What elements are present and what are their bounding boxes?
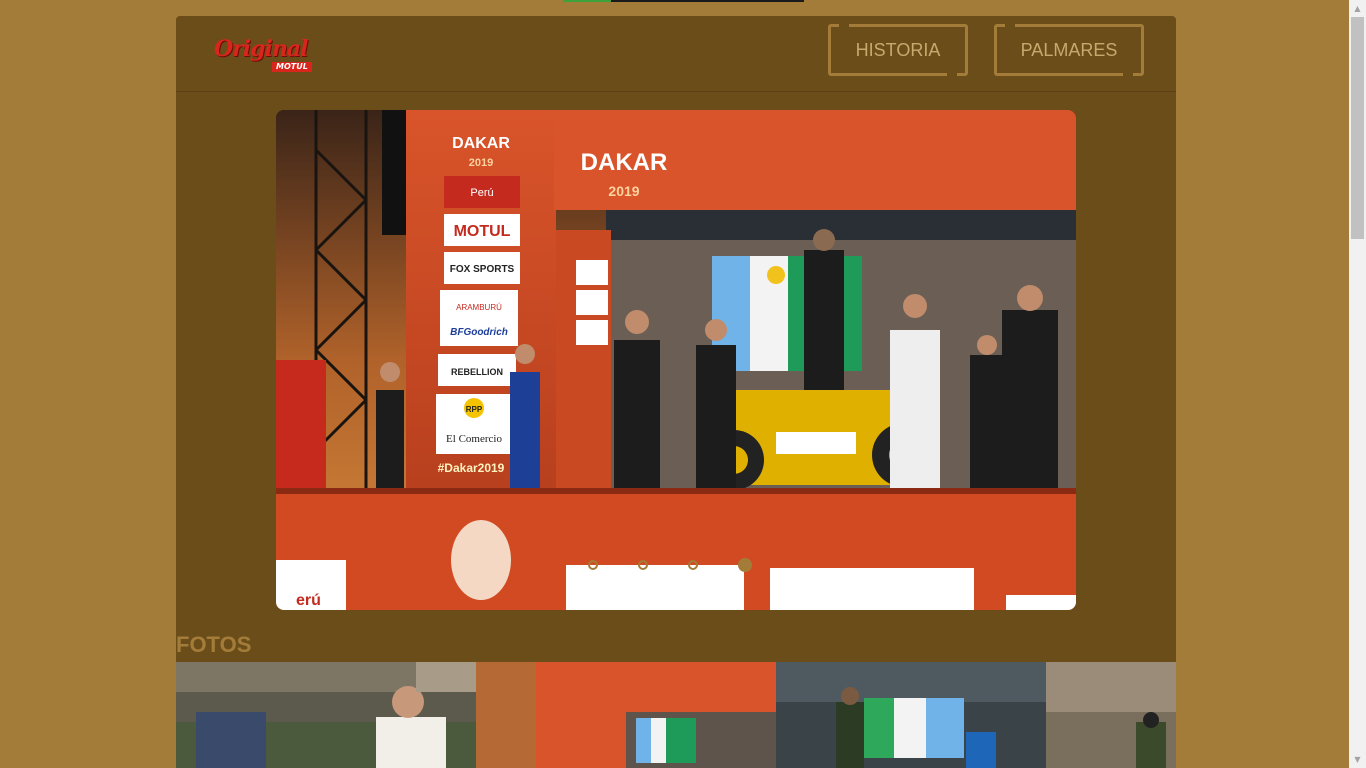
logo-text-bottom: MOTUL [272,62,312,72]
site-header: Original MOTUL HISTORIA PALMARES [176,16,1176,92]
carousel-dot-2[interactable] [638,560,648,570]
svg-text:#Dakar2019: #Dakar2019 [438,461,505,475]
gallery-photo-3[interactable] [776,662,1046,768]
carousel-dot-3[interactable] [688,560,698,570]
svg-text:FOX SPORTS: FOX SPORTS [450,264,515,275]
carousel-dot-4[interactable] [738,558,752,572]
palmares-button[interactable]: PALMARES [994,24,1144,76]
carousel-dot-1[interactable] [588,560,598,570]
svg-text:El Comercio: El Comercio [446,433,502,445]
scroll-down-arrow-icon[interactable]: ▼ [1349,751,1366,768]
vertical-scrollbar[interactable]: ▲ ▼ [1349,0,1366,768]
historia-button[interactable]: HISTORIA [828,24,968,76]
palmares-button-label: PALMARES [1020,39,1118,60]
logo-text-top: Original [214,36,308,62]
svg-text:BFGoodrich: BFGoodrich [450,327,508,338]
carousel-indicators [588,558,752,572]
svg-text:Perú: Perú [470,187,493,199]
historia-button-label: HISTORIA [855,39,941,60]
carousel-slide-image: DAKAR 2019 Perú MOTUL FOX SPORTS ARAMBUR… [276,110,1076,610]
gallery-photo-1[interactable] [176,662,476,768]
fotos-section-title: FOTOS [176,632,252,657]
svg-text:REBELLION: REBELLION [451,367,503,377]
svg-text:2019: 2019 [608,183,639,199]
svg-text:erú: erú [296,592,321,609]
svg-text:2019: 2019 [469,157,493,169]
svg-text:ARAMBURÚ: ARAMBURÚ [456,303,502,312]
image-carousel[interactable]: DAKAR 2019 Perú MOTUL FOX SPORTS ARAMBUR… [276,110,1076,610]
main-container: Original MOTUL HISTORIA PALMARES DAKAR 2… [176,16,1176,768]
gallery-photo-2[interactable] [476,662,776,768]
svg-text:MOTUL: MOTUL [454,223,511,240]
page-progress-bar [563,0,804,2]
scroll-up-arrow-icon[interactable]: ▲ [1349,0,1366,17]
gallery-photo-4[interactable] [1046,662,1176,768]
photo-gallery [176,662,1176,768]
svg-text:DAKAR: DAKAR [581,149,668,176]
svg-text:DAKAR: DAKAR [452,135,510,152]
scrollbar-thumb[interactable] [1351,17,1364,239]
original-motul-logo[interactable]: Original MOTUL [214,36,324,76]
svg-text:RPP: RPP [466,405,483,414]
page-progress-fill [563,0,612,2]
